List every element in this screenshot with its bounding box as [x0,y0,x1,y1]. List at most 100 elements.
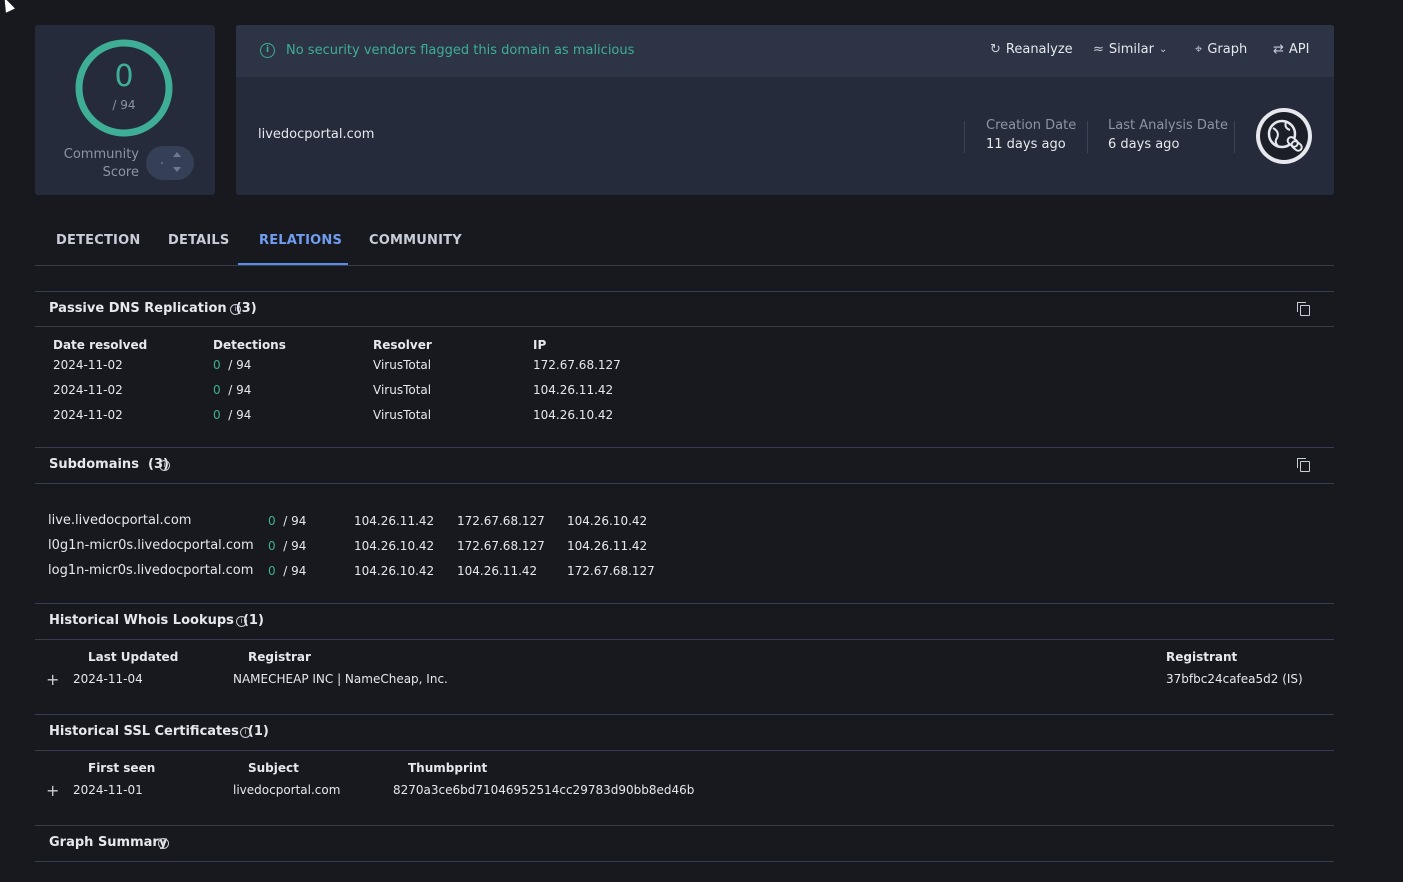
registrar: NAMECHEAP INC | NameCheap, Inc. [233,672,448,686]
detections-total: / 94 [228,408,252,422]
subdomain-link[interactable]: l0g1n-micr0s.livedocportal.com [48,538,254,553]
vote-up-icon[interactable] [173,152,181,157]
last-analysis-label: Last Analysis Date [1108,118,1228,133]
reanalyze-button[interactable]: ↻ Reanalyze [990,42,1073,57]
verdict-banner: i No security vendors flagged this domai… [236,25,1334,77]
detections-cell[interactable]: 0 / 94 [268,514,306,528]
column-header-detections: Detections [213,338,286,352]
api-icon: ⇄ [1273,42,1284,57]
graph-icon: ⌖ [1195,42,1203,57]
ip-link[interactable]: 104.26.10.42 [354,564,434,578]
resolved-date: 2024-11-02 [53,358,123,372]
similar-icon: ≈ [1093,42,1104,57]
section-title-text: Historical SSL Certificates [49,724,239,739]
ip-link[interactable]: 104.26.11.42 [533,383,613,397]
ip-link[interactable]: 172.67.68.127 [457,514,545,528]
divider [35,825,1334,826]
detections-cell[interactable]: 0 / 94 [268,564,306,578]
tab-details[interactable]: DETAILS [168,233,229,248]
vote-down-icon[interactable] [173,167,181,172]
graph-button[interactable]: ⌖ Graph [1195,42,1247,57]
passive-dns-title: Passive DNS Replication (3) [49,301,257,316]
community-vote-control[interactable] [146,146,194,180]
community-label-line2: Score [102,165,139,180]
whois-date: 2024-11-04 [73,672,143,686]
refresh-icon: ↻ [990,42,1001,57]
column-header-registrant: Registrant [1166,650,1238,664]
domain-globe-icon [1256,108,1312,164]
last-analysis-value: 6 days ago [1108,137,1180,152]
detections-cell[interactable]: 0 / 94 [213,358,251,372]
section-title-text: Subdomains [49,457,139,472]
whois-title: Historical Whois Lookups (1) [49,613,264,628]
expand-icon[interactable]: + [46,672,59,688]
detection-score: 0 [114,59,134,94]
subdomains-title: Subdomains (3) [49,457,169,472]
tab-community[interactable]: COMMUNITY [369,233,462,248]
detection-total: / 94 [112,98,136,112]
ip-link[interactable]: 104.26.11.42 [457,564,537,578]
similar-button[interactable]: ≈ Similar ⌄ [1093,42,1167,57]
resolver: VirusTotal [373,383,432,397]
community-label-line1: Community [63,147,139,162]
info-icon[interactable]: i [230,304,241,315]
ip-link[interactable]: 104.26.10.42 [567,514,647,528]
detections-count: 0 [213,358,221,372]
expand-icon[interactable]: + [46,783,59,799]
api-label: API [1288,42,1310,57]
globe-icon-inner [1260,112,1308,160]
info-icon: i [260,43,275,58]
column-header-last-updated: Last Updated [88,650,179,664]
column-header-registrar: Registrar [248,650,311,664]
info-icon[interactable]: i [159,460,170,471]
detections-total: / 94 [228,358,252,372]
detections-count: 0 [268,564,276,578]
ip-link[interactable]: 172.67.68.127 [533,358,621,372]
resolved-date: 2024-11-02 [53,383,123,397]
detections-total: / 94 [283,564,307,578]
ip-link[interactable]: 104.26.11.42 [567,539,647,553]
domain-summary-card: i No security vendors flagged this domai… [236,25,1334,195]
detections-cell[interactable]: 0 / 94 [268,539,306,553]
creation-date-block: Creation Date 11 days ago [986,118,1076,152]
copy-icon[interactable] [1297,302,1310,316]
graph-label: Graph [1207,42,1248,57]
detections-total: / 94 [283,514,307,528]
info-icon[interactable]: i [236,616,247,627]
info-icon[interactable]: i [158,838,169,849]
subdomain-link[interactable]: live.livedocportal.com [48,513,191,528]
vote-dot [161,162,163,164]
ssl-thumbprint[interactable]: 8270a3ce6bd71046952514cc29783d90bb8ed46b [393,783,694,797]
column-header-date-resolved: Date resolved [53,338,148,352]
detections-cell[interactable]: 0 / 94 [213,383,251,397]
ip-link[interactable]: 104.26.11.42 [354,514,434,528]
globe-link-icon [1267,119,1303,152]
copy-icon[interactable] [1297,458,1310,472]
section-title-text: Historical Whois Lookups [49,613,234,628]
divider [35,326,1334,327]
api-button[interactable]: ⇄ API [1273,42,1309,57]
detections-total: / 94 [228,383,252,397]
tab-detection[interactable]: DETECTION [56,233,140,248]
tab-relations[interactable]: RELATIONS [259,233,342,248]
divider [35,483,1334,484]
ip-link[interactable]: 172.67.68.127 [457,539,545,553]
detections-count: 0 [268,539,276,553]
ip-link[interactable]: 172.67.68.127 [567,564,655,578]
resolved-date: 2024-11-02 [53,408,123,422]
reanalyze-label: Reanalyze [1005,42,1073,57]
info-icon[interactable]: i [240,727,251,738]
ssl-first-seen: 2024-11-01 [73,783,143,797]
resolver: VirusTotal [373,358,432,372]
divider [35,861,1334,862]
divider [1234,121,1235,153]
ip-link[interactable]: 104.26.10.42 [354,539,434,553]
creation-date-value: 11 days ago [986,137,1066,152]
detections-cell[interactable]: 0 / 94 [213,408,251,422]
ip-link[interactable]: 104.26.10.42 [533,408,613,422]
subdomain-link[interactable]: log1n-micr0s.livedocportal.com [48,563,253,578]
detections-count: 0 [213,383,221,397]
last-analysis-block: Last Analysis Date 6 days ago [1108,118,1228,152]
divider [35,714,1334,715]
divider [35,291,1334,292]
